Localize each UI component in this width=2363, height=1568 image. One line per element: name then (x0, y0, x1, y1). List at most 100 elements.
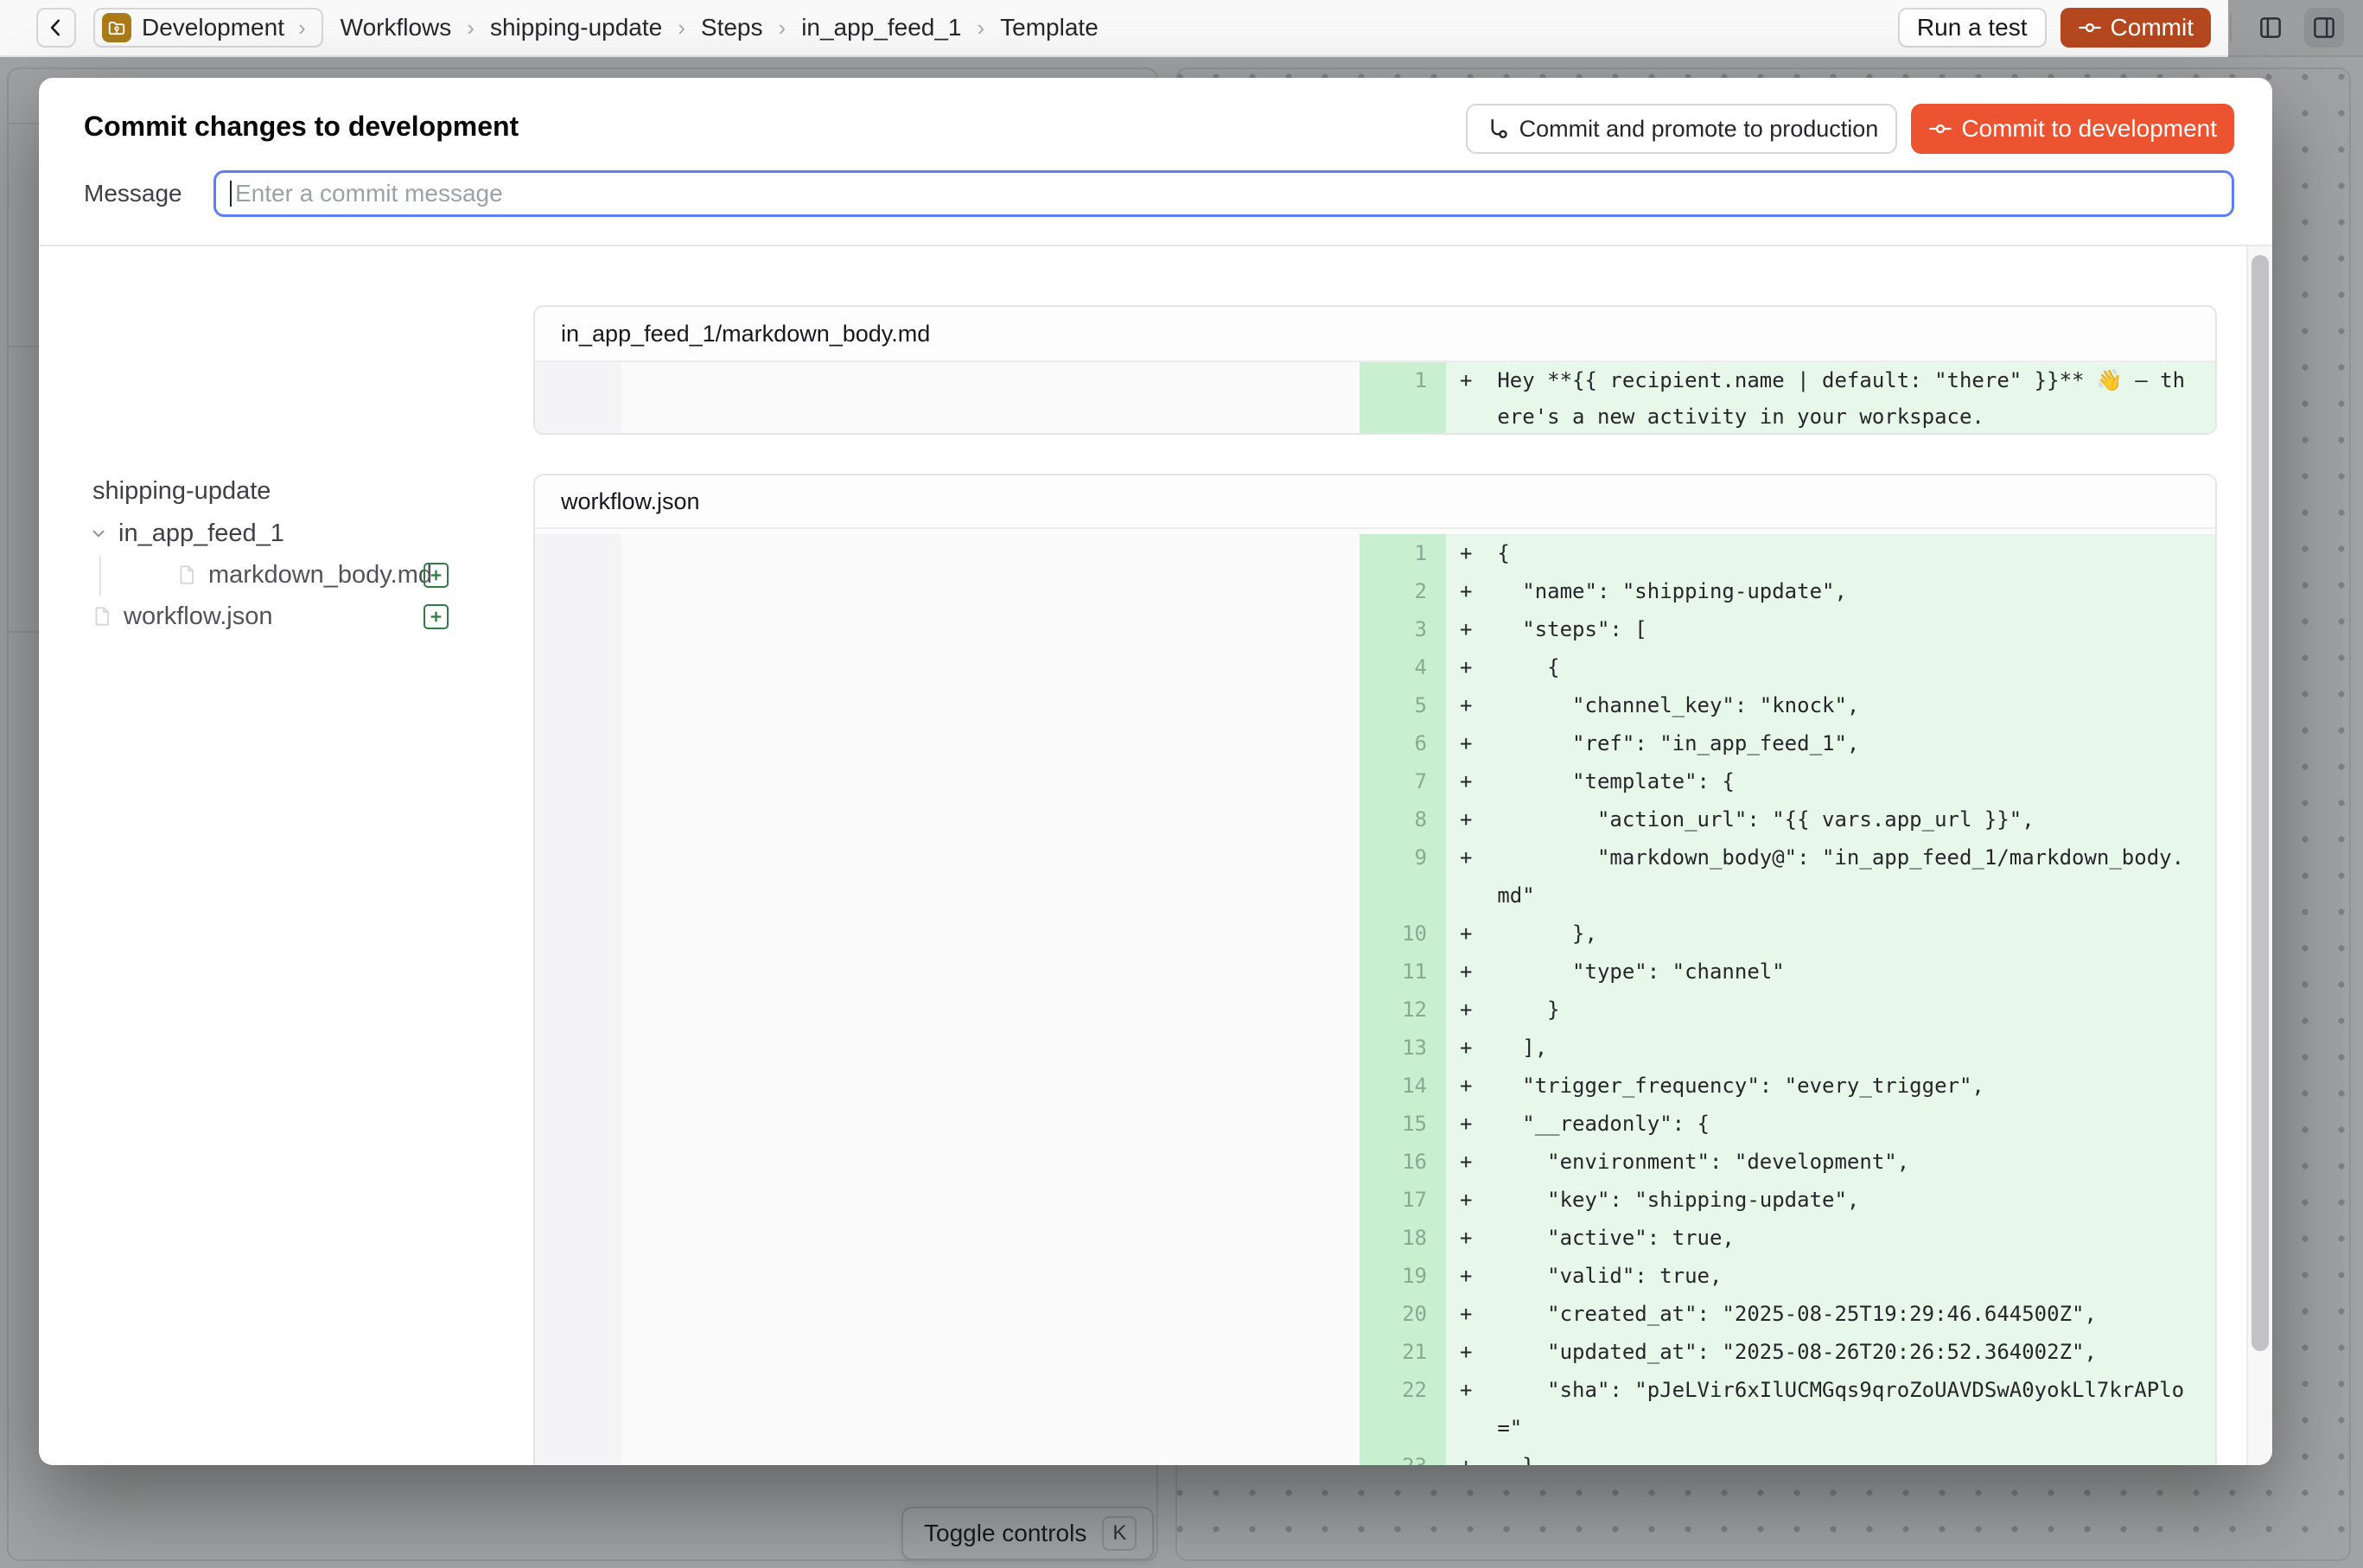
diff-line: 19 + "valid": true, (1360, 1257, 2215, 1295)
line-text: + "action_url": "{{ vars.app_url }}", (1446, 800, 2215, 838)
line-number: 3 (1360, 610, 1446, 648)
diff-line: 2 + "name": "shipping-update", (1360, 572, 2215, 610)
line-number: 16 (1360, 1143, 1446, 1181)
line-text: + "template": { (1446, 762, 2215, 800)
dialog-title: Commit changes to development (84, 111, 519, 143)
file-added-badge (424, 604, 449, 629)
diff-panel-markdown-body: in_app_feed_1/markdown_body.md 1 + Hey *… (533, 305, 2217, 435)
line-text: + } (1446, 991, 2215, 1029)
line-number: 20 (1360, 1295, 1446, 1333)
diff-line: 16 + "environment": "development", (1360, 1143, 2215, 1181)
line-text: + }, (1446, 915, 2215, 953)
line-number: 19 (1360, 1257, 1446, 1295)
tree-indent-guide (99, 556, 101, 596)
line-text: + "environment": "development", (1446, 1143, 2215, 1181)
breadcrumb-item[interactable]: in_app_feed_1 › (801, 14, 988, 41)
breadcrumb-item[interactable]: Steps › (701, 14, 789, 41)
git-commit-icon (1928, 117, 1952, 141)
promote-branch-icon (1485, 116, 1511, 142)
breadcrumb-separator: › (977, 15, 984, 41)
diff-line: 1 + Hey **{{ recipient.name | default: "… (1360, 362, 2215, 398)
breadcrumb-item[interactable]: shipping-update › (490, 14, 689, 41)
line-text: + "__readonly": { (1446, 1105, 2215, 1143)
commit-to-development-button[interactable]: Commit to development (1911, 104, 2234, 154)
diff-line: 15 + "__readonly": { (1360, 1105, 2215, 1143)
diff-line: 4 + { (1360, 648, 2215, 686)
diff-old-gutter (535, 362, 621, 435)
environment-switcher[interactable]: Development › (93, 8, 323, 48)
line-number: 4 (1360, 648, 1446, 686)
environment-label: Development (142, 14, 284, 41)
line-number: 13 (1360, 1029, 1446, 1067)
line-text: + "trigger_frequency": "every_trigger", (1446, 1067, 2215, 1105)
line-text: + { (1446, 534, 2215, 572)
back-button[interactable] (36, 8, 76, 48)
line-text: + "markdown_body@": "in_app_feed_1/markd… (1446, 838, 2215, 876)
tree-item-root[interactable]: shipping-update (92, 472, 271, 510)
line-number: 14 (1360, 1067, 1446, 1105)
modal-backdrop-corner (2228, 0, 2363, 57)
line-number (1360, 876, 1446, 915)
diff-line: 11 + "type": "channel" (1360, 953, 2215, 991)
diff-line: 22 + "sha": "pJeLVir6xIlUCMGqs9qroZoUAVD… (1360, 1371, 2215, 1409)
text-caret (230, 181, 232, 207)
line-text: + Hey **{{ recipient.name | default: "th… (1446, 362, 2215, 398)
commit-message-placeholder: Enter a commit message (235, 180, 503, 207)
diff-line: 23 + } (1360, 1447, 2215, 1465)
diff-line: 20 + "created_at": "2025-08-25T19:29:46.… (1360, 1295, 2215, 1333)
commit-and-promote-button[interactable]: Commit and promote to production (1466, 104, 1898, 154)
top-navigation-bar: Development › Workflows › shipping-updat… (0, 0, 2363, 57)
breadcrumb-separator: › (779, 15, 787, 41)
message-label: Message (84, 180, 213, 207)
tree-item-markdown-file[interactable]: markdown_body.md (175, 556, 432, 594)
run-a-test-button[interactable]: Run a test (1898, 8, 2047, 48)
scrollbar-track[interactable] (2246, 246, 2272, 1465)
line-text: md" (1446, 876, 2215, 915)
diff-line: 10 + }, (1360, 915, 2215, 953)
breadcrumb-item[interactable]: Template › (1000, 14, 1099, 41)
diff-old-pane (621, 362, 1360, 435)
file-icon (91, 605, 113, 628)
line-text: + "steps": [ (1446, 610, 2215, 648)
tree-item-workflow-file[interactable]: workflow.json (91, 597, 272, 635)
line-number: 21 (1360, 1333, 1446, 1371)
line-text: + ], (1446, 1029, 2215, 1067)
chevron-left-icon (45, 16, 67, 39)
line-number: 10 (1360, 915, 1446, 953)
line-text: =" (1446, 1409, 2215, 1447)
diff-line: 12 + } (1360, 991, 2215, 1029)
diff-line: 17 + "key": "shipping-update", (1360, 1181, 2215, 1219)
diff-old-pane (621, 534, 1360, 1465)
line-number: 17 (1360, 1181, 1446, 1219)
diff-added-lines: 1 + Hey **{{ recipient.name | default: "… (1360, 362, 2215, 435)
plus-icon (429, 568, 443, 583)
line-number: 1 (1360, 362, 1446, 398)
line-number: 12 (1360, 991, 1446, 1029)
diff-file-path: workflow.json (535, 475, 2215, 529)
line-number: 2 (1360, 572, 1446, 610)
scrollbar-thumb[interactable] (2252, 255, 2269, 1351)
tree-item-folder[interactable]: in_app_feed_1 (89, 514, 284, 552)
file-icon (175, 564, 198, 586)
diff-line: 6 + "ref": "in_app_feed_1", (1360, 724, 2215, 762)
chevron-right-icon: › (298, 15, 306, 41)
diff-line: 21 + "updated_at": "2025-08-26T20:26:52.… (1360, 1333, 2215, 1371)
line-number: 18 (1360, 1219, 1446, 1257)
line-text: + } (1446, 1447, 2215, 1465)
breadcrumb-item[interactable]: Workflows › (341, 14, 478, 41)
line-text: + "active": true, (1446, 1219, 2215, 1257)
breadcrumb-separator: › (467, 15, 475, 41)
line-number: 8 (1360, 800, 1446, 838)
breadcrumb-separator: › (678, 15, 685, 41)
file-added-badge (424, 563, 449, 588)
breadcrumb: Workflows › shipping-update › Steps › in… (341, 14, 1099, 41)
commit-message-input[interactable]: Enter a commit message (213, 170, 2234, 217)
line-number (1360, 1409, 1446, 1447)
changed-files-tree: shipping-update in_app_feed_1 markdown_b… (39, 245, 493, 1465)
line-number: 11 (1360, 953, 1446, 991)
line-number: 23 (1360, 1447, 1446, 1465)
line-text: + "ref": "in_app_feed_1", (1446, 724, 2215, 762)
commit-button[interactable]: Commit (2060, 8, 2211, 48)
line-text: ere's a new activity in your workspace. (1446, 398, 2215, 435)
diff-line: 14 + "trigger_frequency": "every_trigger… (1360, 1067, 2215, 1105)
